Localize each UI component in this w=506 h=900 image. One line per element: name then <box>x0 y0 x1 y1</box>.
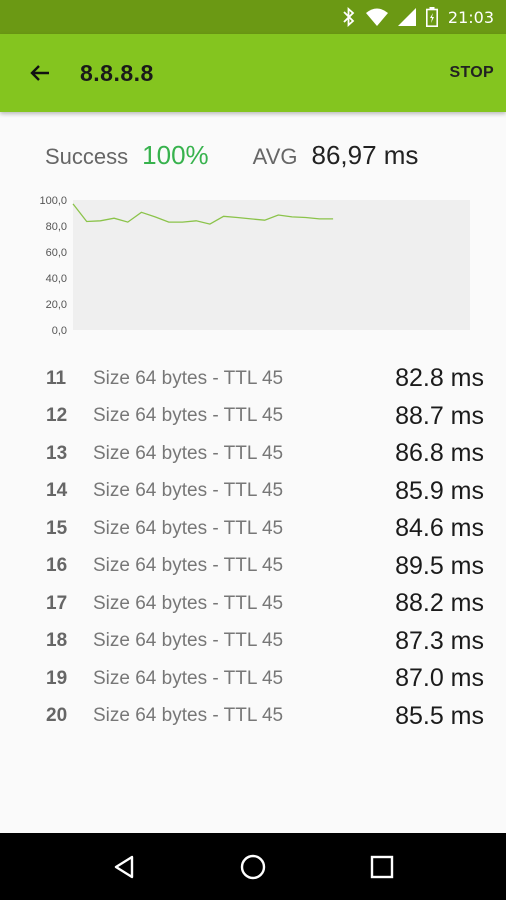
chart-plot-area <box>73 200 470 330</box>
ping-desc: Size 64 bytes - TTL 45 <box>93 405 284 427</box>
y-tick-label: 60,0 <box>46 247 67 259</box>
ping-desc: Size 64 bytes - TTL 45 <box>93 555 284 577</box>
ping-desc: Size 64 bytes - TTL 45 <box>93 517 284 539</box>
stop-button[interactable]: STOP <box>438 64 506 82</box>
y-tick-label: 100,0 <box>39 195 67 207</box>
y-tick-label: 20,0 <box>46 299 67 311</box>
ping-seq: 14 <box>46 480 68 502</box>
y-tick-label: 0,0 <box>52 325 67 337</box>
ping-time: 82.8 ms <box>395 364 484 393</box>
home-nav-icon <box>240 854 266 879</box>
success-label: Success <box>45 144 129 169</box>
list-item: 11 Size 64 bytes - TTL 45 82.8 ms <box>0 360 506 398</box>
ping-seq: 20 <box>46 705 68 727</box>
list-item: 14 Size 64 bytes - TTL 45 85.9 ms <box>0 473 506 511</box>
ping-time: 84.6 ms <box>395 514 484 543</box>
latency-chart: 100,0 80,0 60,0 40,0 20,0 0,0 <box>39 195 470 337</box>
list-item: 20 Size 64 bytes - TTL 45 85.5 ms <box>0 698 506 736</box>
ping-seq: 12 <box>46 405 68 427</box>
ping-desc: Size 64 bytes - TTL 45 <box>93 442 284 464</box>
y-tick-label: 40,0 <box>46 273 67 285</box>
nav-recents-button[interactable] <box>352 837 412 897</box>
ping-time: 87.0 ms <box>395 664 484 693</box>
ping-list: 11 Size 64 bytes - TTL 45 82.8 ms 12 Size 64… <box>0 360 506 735</box>
ping-seq: 18 <box>46 630 68 652</box>
host-title: 8.8.8.8 <box>80 59 154 86</box>
ping-seq: 17 <box>46 592 68 614</box>
list-item: 12 Size 64 bytes - TTL 45 88.7 ms <box>0 398 506 436</box>
list-item: 17 Size 64 bytes - TTL 45 88.2 ms <box>0 585 506 623</box>
battery-icon <box>425 7 438 27</box>
nav-home-button[interactable] <box>223 837 283 897</box>
list-item: 15 Size 64 bytes - TTL 45 84.6 ms <box>0 510 506 548</box>
ping-desc: Size 64 bytes - TTL 45 <box>93 630 284 652</box>
ping-seq: 13 <box>46 442 68 464</box>
list-item: 13 Size 64 bytes - TTL 45 86.8 ms <box>0 435 506 473</box>
ping-time: 85.5 ms <box>395 701 484 730</box>
ping-seq: 16 <box>46 555 68 577</box>
ping-time: 89.5 ms <box>395 551 484 580</box>
navigation-bar <box>0 833 506 900</box>
nav-back-button[interactable] <box>94 837 154 897</box>
ping-seq: 19 <box>46 667 68 689</box>
status-bar: 21:03 <box>0 0 506 34</box>
ping-seq: 15 <box>46 517 68 539</box>
back-nav-icon <box>115 855 134 878</box>
ping-summary: Success 100% AVG 86,97 ms <box>45 140 496 180</box>
avg-value: 86,97 ms <box>311 140 419 170</box>
ping-desc: Size 64 bytes - TTL 45 <box>93 367 284 389</box>
ping-desc: Size 64 bytes - TTL 45 <box>93 705 284 727</box>
ping-desc: Size 64 bytes - TTL 45 <box>93 667 284 689</box>
ping-desc: Size 64 bytes - TTL 45 <box>93 592 284 614</box>
ping-seq: 11 <box>46 367 67 389</box>
ping-time: 88.2 ms <box>395 589 484 618</box>
ping-desc: Size 64 bytes - TTL 45 <box>93 480 284 502</box>
wifi-icon <box>365 8 388 26</box>
ping-time: 86.8 ms <box>395 439 484 468</box>
back-button[interactable] <box>0 34 80 112</box>
y-tick-label: 80,0 <box>46 221 67 233</box>
arrow-left-icon <box>30 65 49 81</box>
ping-time: 87.3 ms <box>395 626 484 655</box>
signal-icon <box>397 8 416 26</box>
ping-time: 85.9 ms <box>395 476 484 505</box>
app-bar: 8.8.8.8 STOP <box>0 34 506 112</box>
list-item: 16 Size 64 bytes - TTL 45 89.5 ms <box>0 548 506 586</box>
recents-nav-icon <box>370 855 393 878</box>
list-item: 18 Size 64 bytes - TTL 45 87.3 ms <box>0 623 506 661</box>
list-item: 19 Size 64 bytes - TTL 45 87.0 ms <box>0 660 506 698</box>
bluetooth-icon <box>342 7 356 27</box>
ping-time: 88.7 ms <box>395 401 484 430</box>
success-value: 100% <box>142 140 209 170</box>
avg-label: AVG <box>252 144 298 169</box>
clock: 21:03 <box>447 7 494 27</box>
